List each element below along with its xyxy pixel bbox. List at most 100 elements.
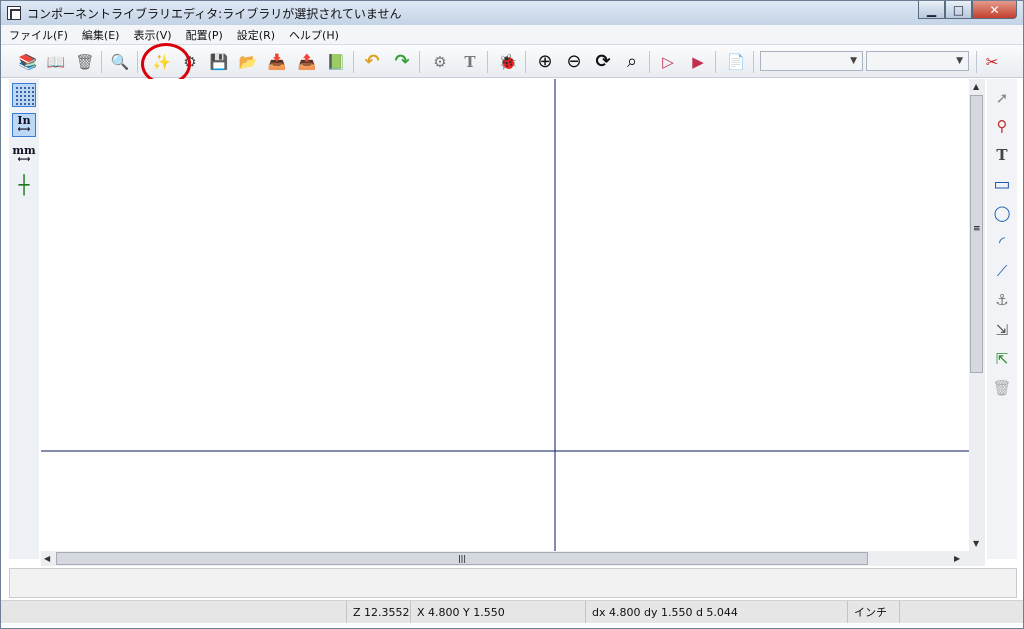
- pdf-icon: 📄: [726, 52, 746, 71]
- export-graphic-tool[interactable]: ⇱: [991, 348, 1013, 370]
- menu-help[interactable]: ヘルプ(H): [281, 25, 345, 44]
- edit-pins-per-part-button[interactable]: ✂: [981, 51, 1003, 73]
- save-as-component-button[interactable]: 📂: [237, 51, 259, 73]
- toolbar-separator: [101, 51, 102, 73]
- title-bar[interactable]: コンポーネントライブラリエディタ:ライブラリが選択されていません ▁ □ ✕: [1, 1, 1023, 25]
- open-library-button[interactable]: 📖: [45, 51, 67, 73]
- zoom-out-button[interactable]: ⊖: [563, 51, 585, 73]
- import-icon: ⇲: [995, 321, 1009, 339]
- new-component-button[interactable]: ✨: [151, 51, 173, 73]
- menu-bar: ファイル(F) 編集(E) 表示(V) 配置(P) 設定(R) ヘルプ(H): [1, 25, 1023, 45]
- toolbar-separator: [649, 51, 650, 73]
- check-pins-button[interactable]: 🐞: [497, 51, 519, 73]
- create-library-button[interactable]: 📗: [325, 51, 347, 73]
- grid-toggle[interactable]: [12, 83, 36, 107]
- arc-icon: ◜: [999, 233, 1005, 251]
- redraw-button[interactable]: ⟳: [592, 51, 614, 73]
- scroll-down-icon[interactable]: ▼: [973, 539, 979, 548]
- part-select-dropdown[interactable]: ▼: [760, 51, 863, 71]
- add-arc-tool[interactable]: ◜: [991, 231, 1013, 253]
- add-circle-tool[interactable]: ◯: [991, 202, 1013, 224]
- toolbar-separator: [419, 51, 420, 73]
- add-text-tool[interactable]: T: [991, 144, 1013, 166]
- load-component-button[interactable]: ⚙: [179, 51, 201, 73]
- toolbar-separator: [976, 51, 977, 73]
- vertical-scroll-thumb[interactable]: ≡: [970, 95, 983, 373]
- horizontal-scrollbar[interactable]: ◀ ||| ▶: [41, 551, 985, 566]
- close-button[interactable]: ✕: [972, 1, 1017, 19]
- save-component-button[interactable]: 💾: [208, 51, 230, 73]
- scroll-left-icon[interactable]: ◀: [44, 554, 50, 563]
- minimize-button[interactable]: ▁: [918, 1, 945, 19]
- add-rectangle-tool[interactable]: ▭: [991, 173, 1013, 195]
- units-readout: インチ: [847, 601, 899, 623]
- text-icon: T: [996, 146, 1008, 164]
- menu-view[interactable]: 表示(V): [125, 25, 177, 44]
- undo-icon: ↶: [364, 51, 380, 72]
- menu-edit[interactable]: 編集(E): [74, 25, 126, 44]
- menu-place[interactable]: 配置(P): [178, 25, 229, 44]
- select-library-button[interactable]: 📚: [17, 51, 39, 73]
- zoom-in-button[interactable]: ⊕: [534, 51, 556, 73]
- maximize-button[interactable]: □: [945, 1, 972, 19]
- menu-file[interactable]: ファイル(F): [1, 25, 74, 44]
- export-icon: ⇱: [995, 350, 1009, 368]
- demorgan-body-button[interactable]: ▶: [687, 51, 709, 73]
- alias-select-dropdown[interactable]: ▼: [866, 51, 969, 71]
- delete-tool[interactable]: 🗑: [991, 377, 1013, 399]
- canvas-axes: [41, 79, 969, 551]
- open-book-icon: 📖: [46, 52, 66, 71]
- pins-icon: ✂: [985, 52, 999, 71]
- component-properties-button[interactable]: ⚙: [429, 51, 451, 73]
- double-arrow-icon: ⟷: [17, 155, 31, 165]
- arrow-cursor-icon: ➚: [995, 89, 1009, 107]
- datasheet-button[interactable]: 📄: [725, 51, 747, 73]
- edit-fields-button[interactable]: T: [459, 51, 481, 73]
- save-as-icon: 📂: [238, 52, 258, 71]
- add-pin-tool[interactable]: ⚲: [991, 115, 1013, 137]
- select-tool[interactable]: ➚: [991, 87, 1013, 109]
- bug-icon: 🐞: [498, 52, 518, 71]
- left-options-toolbar: In ⟷ mm ⟷ ┼: [9, 79, 39, 559]
- menu-settings[interactable]: 設定(R): [229, 25, 281, 44]
- properties-icon: ⚙: [433, 52, 447, 71]
- delta-readout: dx 4.800 dy 1.550 d 5.044: [585, 601, 847, 623]
- redo-button[interactable]: ↷: [391, 51, 413, 73]
- export-component-button[interactable]: 📤: [296, 51, 318, 73]
- normal-body-button[interactable]: ▷: [657, 51, 679, 73]
- export-icon: 📤: [297, 52, 317, 71]
- units-inch-button[interactable]: In ⟷: [12, 113, 36, 137]
- add-polyline-tool[interactable]: ⟋: [991, 260, 1013, 282]
- polyline-icon: ⟋: [996, 262, 1008, 280]
- import-component-button[interactable]: 📥: [266, 51, 288, 73]
- undo-button[interactable]: ↶: [361, 51, 383, 73]
- import-icon: 📥: [267, 52, 287, 71]
- trash-icon: 🗑: [75, 52, 95, 71]
- horizontal-scroll-thumb[interactable]: |||: [56, 552, 868, 565]
- scroll-grip-icon: |||: [457, 554, 467, 563]
- vertical-scrollbar[interactable]: ▲ ≡ ▼: [969, 79, 985, 551]
- delete-library-button[interactable]: 🗑: [74, 51, 96, 73]
- cursor-shape-button[interactable]: ┼: [12, 173, 36, 197]
- library-browser-button[interactable]: 🔍: [109, 51, 131, 73]
- drawing-canvas[interactable]: [41, 79, 969, 551]
- double-arrow-icon: ⟷: [17, 125, 31, 135]
- anchor-icon: ⚓: [995, 291, 1009, 309]
- rectangle-icon: ▭: [993, 173, 1011, 195]
- units-mm-button[interactable]: mm ⟷: [12, 143, 36, 167]
- import-graphic-tool[interactable]: ⇲: [991, 319, 1013, 341]
- scroll-right-icon[interactable]: ▶: [954, 554, 960, 563]
- toolbar-separator: [753, 51, 754, 73]
- toolbar-separator: [487, 51, 488, 73]
- refresh-icon: ⟳: [595, 51, 611, 72]
- status-bar: Z 12.3552 X 4.800 Y 1.550 dx 4.800 dy 1.…: [1, 600, 1023, 623]
- scroll-up-icon[interactable]: ▲: [973, 82, 979, 91]
- circle-icon: ◯: [993, 204, 1011, 222]
- gate-icon: ▷: [662, 52, 674, 71]
- main-window: コンポーネントライブラリエディタ:ライブラリが選択されていません ▁ □ ✕ フ…: [0, 0, 1024, 629]
- app-icon: [7, 6, 21, 20]
- demorgan-gate-icon: ▶: [692, 52, 704, 71]
- set-anchor-tool[interactable]: ⚓: [991, 289, 1013, 311]
- new-component-icon: ✨: [152, 52, 172, 71]
- zoom-fit-button[interactable]: ⌕: [621, 51, 643, 73]
